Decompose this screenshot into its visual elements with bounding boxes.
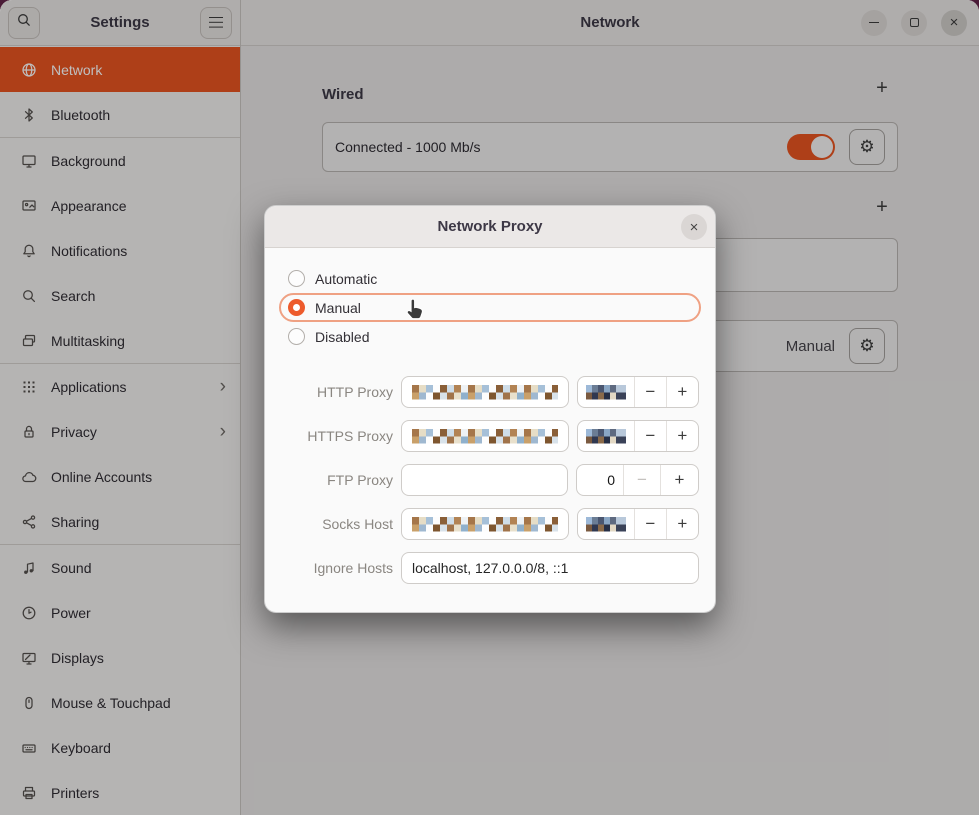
port-value[interactable] bbox=[578, 377, 635, 407]
ignore-hosts-input[interactable]: localhost, 127.0.0.0/8, ::1 bbox=[401, 552, 699, 584]
form-row-socks-host: Socks Host −+ bbox=[281, 508, 699, 540]
field-label: HTTPS Proxy bbox=[281, 428, 393, 444]
network-proxy-dialog: Network Proxy × AutomaticManualDisabled … bbox=[264, 205, 716, 613]
http-proxy-input[interactable] bbox=[401, 376, 569, 408]
redacted-host-value bbox=[412, 429, 558, 444]
port-increase-button[interactable]: + bbox=[667, 377, 698, 407]
field-label: Ignore Hosts bbox=[281, 560, 393, 576]
port-value[interactable] bbox=[578, 509, 635, 539]
dialog-close-button[interactable]: × bbox=[681, 214, 707, 240]
port-increase-button[interactable]: + bbox=[667, 509, 698, 539]
redacted-host-value bbox=[412, 517, 558, 532]
form-row-ignore-hosts: Ignore Hosts localhost, 127.0.0.0/8, ::1 bbox=[281, 552, 699, 584]
form-row-https-proxy: HTTPS Proxy −+ bbox=[281, 420, 699, 452]
radio-option-manual[interactable]: Manual bbox=[279, 293, 701, 322]
https-proxy-input[interactable] bbox=[401, 420, 569, 452]
radio-checked-icon[interactable] bbox=[288, 299, 305, 316]
radio-unchecked-icon[interactable] bbox=[288, 328, 305, 345]
port-decrease-button[interactable]: − bbox=[624, 465, 661, 495]
redacted-port-value bbox=[586, 429, 626, 444]
field-label: FTP Proxy bbox=[281, 472, 393, 488]
dialog-headerbar: Network Proxy × bbox=[265, 206, 715, 248]
port-decrease-button[interactable]: − bbox=[635, 509, 667, 539]
proxy-mode-options: Automatic Manual Disabled bbox=[279, 264, 701, 351]
radio-option-label: Automatic bbox=[315, 271, 377, 287]
ftp-proxy-port-spinner: 0−+ bbox=[576, 464, 699, 496]
socks-host-port-spinner: −+ bbox=[577, 508, 699, 540]
port-value[interactable] bbox=[578, 421, 635, 451]
field-label: HTTP Proxy bbox=[281, 384, 393, 400]
redacted-port-value bbox=[586, 385, 626, 400]
redacted-host-value bbox=[412, 385, 558, 400]
field-label: Socks Host bbox=[281, 516, 393, 532]
port-decrease-button[interactable]: − bbox=[635, 377, 667, 407]
settings-window: Settings NetworkBluetoothBackgroundAppea… bbox=[0, 0, 979, 815]
port-increase-button[interactable]: + bbox=[667, 421, 698, 451]
ftp-proxy-input[interactable] bbox=[401, 464, 568, 496]
radio-option-disabled[interactable]: Disabled bbox=[279, 322, 701, 351]
port-value[interactable]: 0 bbox=[577, 465, 624, 495]
socks-host-input[interactable] bbox=[401, 508, 569, 540]
radio-option-label: Manual bbox=[315, 300, 361, 316]
form-row-ftp-proxy: FTP Proxy 0−+ bbox=[281, 464, 699, 496]
radio-option-label: Disabled bbox=[315, 329, 369, 345]
field-value: localhost, 127.0.0.0/8, ::1 bbox=[412, 560, 568, 576]
mouse-cursor-icon bbox=[402, 297, 428, 328]
https-proxy-port-spinner: −+ bbox=[577, 420, 699, 452]
http-proxy-port-spinner: −+ bbox=[577, 376, 699, 408]
radio-option-automatic[interactable]: Automatic bbox=[279, 264, 701, 293]
proxy-form: HTTP Proxy−+HTTPS Proxy−+FTP Proxy0−+Soc… bbox=[265, 376, 715, 584]
radio-unchecked-icon[interactable] bbox=[288, 270, 305, 287]
redacted-port-value bbox=[586, 517, 626, 532]
port-decrease-button[interactable]: − bbox=[635, 421, 667, 451]
dialog-title: Network Proxy bbox=[437, 218, 542, 235]
port-increase-button[interactable]: + bbox=[661, 465, 698, 495]
form-row-http-proxy: HTTP Proxy −+ bbox=[281, 376, 699, 408]
close-icon: × bbox=[690, 219, 699, 236]
